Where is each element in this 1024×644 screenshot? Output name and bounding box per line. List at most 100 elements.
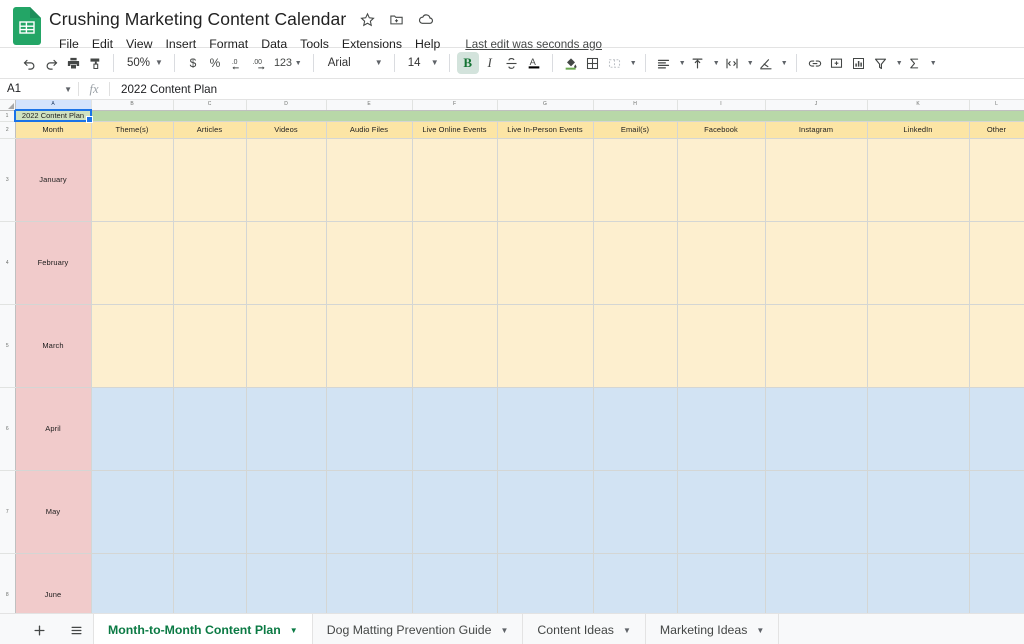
column-header-c[interactable]: C	[173, 100, 247, 111]
menu-item-insert[interactable]: Insert	[159, 35, 203, 53]
row-header-8[interactable]: 8	[0, 553, 16, 613]
column-header-k[interactable]: K	[867, 100, 970, 111]
data-cell[interactable]	[412, 387, 498, 471]
strikethrough-icon[interactable]	[501, 52, 523, 74]
data-cell[interactable]	[765, 387, 868, 471]
data-cell[interactable]	[593, 470, 678, 554]
fill-color-icon[interactable]	[560, 52, 582, 74]
data-cell[interactable]	[969, 138, 1024, 222]
move-to-folder-icon[interactable]	[388, 11, 405, 28]
header-cell-live-inperson-events[interactable]: Live In-Person Events	[497, 121, 594, 139]
data-cell[interactable]	[593, 553, 678, 613]
filter-icon[interactable]	[870, 52, 892, 74]
horizontal-align-dropdown[interactable]: ▼	[675, 52, 687, 74]
header-cell-emails[interactable]: Email(s)	[593, 121, 678, 139]
data-cell[interactable]	[91, 553, 174, 613]
column-header-e[interactable]: E	[326, 100, 413, 111]
data-cell[interactable]	[412, 470, 498, 554]
menu-item-help[interactable]: Help	[409, 35, 447, 53]
menu-item-data[interactable]: Data	[255, 35, 294, 53]
row-header-7[interactable]: 7	[0, 470, 16, 554]
month-cell-february[interactable]: February	[15, 221, 92, 305]
functions-dropdown[interactable]: ▼	[926, 52, 938, 74]
row-header-1[interactable]: 1	[0, 110, 16, 122]
chevron-down-icon[interactable]: ▼	[623, 626, 631, 635]
data-cell[interactable]	[593, 221, 678, 305]
data-cell[interactable]	[765, 304, 868, 388]
data-cell[interactable]	[867, 221, 970, 305]
data-cell[interactable]	[173, 470, 247, 554]
spreadsheet-grid[interactable]: A B C D E F G H I J K L 1 2022 Content P…	[0, 100, 1024, 613]
data-cell[interactable]	[497, 304, 594, 388]
redo-icon[interactable]	[40, 52, 62, 74]
sheet-tab-content-ideas[interactable]: Content Ideas ▼	[523, 614, 646, 644]
row-header-6[interactable]: 6	[0, 387, 16, 471]
text-wrapping-icon[interactable]	[721, 52, 743, 74]
insert-chart-icon[interactable]	[848, 52, 870, 74]
formula-input[interactable]: 2022 Content Plan	[110, 83, 1024, 96]
month-cell-june[interactable]: June	[15, 553, 92, 613]
data-cell[interactable]	[765, 138, 868, 222]
currency-format-button[interactable]: $	[182, 52, 204, 74]
data-cell[interactable]	[246, 553, 327, 613]
column-header-h[interactable]: H	[593, 100, 678, 111]
row-header-3[interactable]: 3	[0, 138, 16, 222]
data-cell[interactable]	[246, 470, 327, 554]
column-header-i[interactable]: I	[677, 100, 766, 111]
row-header-4[interactable]: 4	[0, 221, 16, 305]
data-cell[interactable]	[246, 221, 327, 305]
row-header-5[interactable]: 5	[0, 304, 16, 388]
paint-format-icon[interactable]	[84, 52, 106, 74]
header-cell-live-online-events[interactable]: Live Online Events	[412, 121, 498, 139]
data-cell[interactable]	[969, 221, 1024, 305]
column-header-a[interactable]: A	[15, 100, 92, 111]
header-cell-videos[interactable]: Videos	[246, 121, 327, 139]
number-format-selector[interactable]: 123 ▼	[270, 52, 306, 74]
insert-link-icon[interactable]	[804, 52, 826, 74]
data-cell[interactable]	[677, 387, 766, 471]
data-cell[interactable]	[677, 138, 766, 222]
column-header-l[interactable]: L	[969, 100, 1024, 111]
column-header-g[interactable]: G	[497, 100, 594, 111]
month-cell-january[interactable]: January	[15, 138, 92, 222]
data-cell[interactable]	[173, 553, 247, 613]
banner-fill[interactable]	[91, 110, 1024, 122]
header-cell-linkedin[interactable]: LinkedIn	[867, 121, 970, 139]
menu-item-extensions[interactable]: Extensions	[336, 35, 409, 53]
month-cell-may[interactable]: May	[15, 470, 92, 554]
data-cell[interactable]	[867, 470, 970, 554]
data-cell[interactable]	[677, 553, 766, 613]
sheet-tab-dog-matting-prevention-guide[interactable]: Dog Matting Prevention Guide ▼	[313, 614, 524, 644]
select-all-corner[interactable]	[0, 100, 16, 111]
column-header-d[interactable]: D	[246, 100, 327, 111]
data-cell[interactable]	[969, 387, 1024, 471]
cell-a1-banner-title[interactable]: 2022 Content Plan	[14, 109, 94, 124]
data-cell[interactable]	[497, 221, 594, 305]
document-title[interactable]: Crushing Marketing Content Calendar	[49, 9, 346, 30]
data-cell[interactable]	[412, 553, 498, 613]
chevron-down-icon[interactable]: ▼	[500, 626, 508, 635]
filter-dropdown[interactable]: ▼	[892, 52, 904, 74]
header-cell-themes[interactable]: Theme(s)	[91, 121, 174, 139]
vertical-align-dropdown[interactable]: ▼	[709, 52, 721, 74]
name-box[interactable]: A1 ▼	[0, 79, 78, 99]
data-cell[interactable]	[867, 553, 970, 613]
data-cell[interactable]	[497, 553, 594, 613]
data-cell[interactable]	[91, 304, 174, 388]
data-cell[interactable]	[969, 470, 1024, 554]
data-cell[interactable]	[91, 470, 174, 554]
font-family-selector[interactable]: Arial ▼	[321, 52, 387, 74]
data-cell[interactable]	[969, 553, 1024, 613]
data-cell[interactable]	[765, 221, 868, 305]
data-cell[interactable]	[246, 304, 327, 388]
borders-icon[interactable]	[582, 52, 604, 74]
data-cell[interactable]	[412, 304, 498, 388]
italic-button[interactable]: I	[479, 52, 501, 74]
header-cell-audio-files[interactable]: Audio Files	[326, 121, 413, 139]
menu-item-format[interactable]: Format	[203, 35, 255, 53]
data-cell[interactable]	[677, 304, 766, 388]
sheet-tab-marketing-ideas[interactable]: Marketing Ideas ▼	[646, 614, 780, 644]
merge-cells-dropdown[interactable]: ▼	[626, 52, 638, 74]
data-cell[interactable]	[677, 221, 766, 305]
month-cell-march[interactable]: March	[15, 304, 92, 388]
